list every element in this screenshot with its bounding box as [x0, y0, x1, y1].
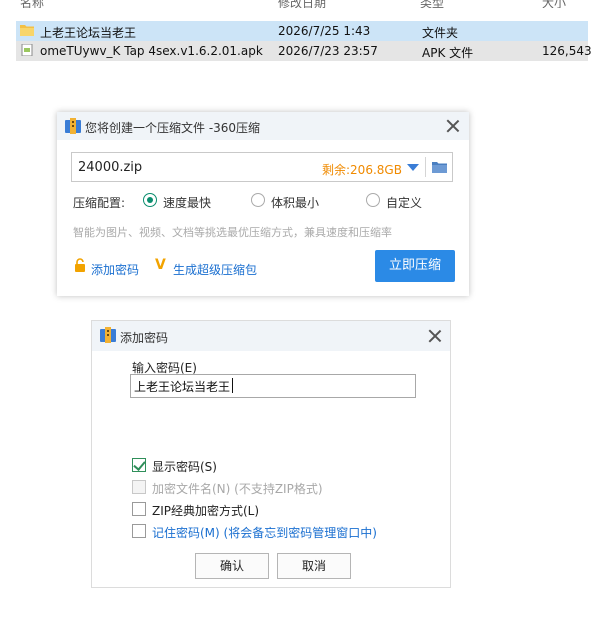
file-size: 126,543: [542, 44, 592, 58]
encrypt-filename-checkbox[interactable]: [132, 480, 146, 494]
radio-custom[interactable]: [366, 193, 380, 207]
compress-dialog: 您将创建一个压缩文件 -360压缩 24000.zip 剩余:206.8GB 压…: [57, 112, 469, 296]
archive-name[interactable]: 24000.zip: [78, 160, 142, 175]
zip-classic-encryption-label[interactable]: ZIP经典加密方式(L): [152, 502, 259, 519]
dialog-title: 您将创建一个压缩文件 -360压缩: [85, 121, 261, 135]
file-date: 2026/7/25 1:43: [278, 24, 371, 38]
text-caret: [232, 378, 233, 393]
remember-password-checkbox[interactable]: [132, 524, 146, 538]
super-package-link[interactable]: 生成超级压缩包: [173, 261, 257, 278]
file-explorer-list: 名称 修改日期 类型 大小 上老王论坛当老王 2026/7/25 1:43 文件…: [0, 0, 612, 64]
close-icon[interactable]: [446, 119, 460, 133]
lock-icon[interactable]: [73, 258, 87, 272]
file-row-folder[interactable]: 上老王论坛当老王 2026/7/25 1:43 文件夹: [16, 21, 588, 41]
show-password-label[interactable]: 显示密码(S): [152, 458, 217, 475]
radio-custom-label[interactable]: 自定义: [386, 194, 422, 211]
column-header-size[interactable]: 大小: [542, 0, 592, 8]
radio-fastest[interactable]: [143, 193, 157, 207]
show-password-checkbox[interactable]: [132, 458, 146, 472]
360-zip-app-icon: [65, 118, 81, 134]
add-password-link[interactable]: 添加密码: [91, 261, 139, 278]
compress-dialog-titlebar[interactable]: 您将创建一个压缩文件 -360压缩: [57, 112, 469, 140]
chevron-down-icon[interactable]: [407, 164, 419, 171]
file-name: 上老王论坛当老王: [40, 26, 137, 40]
password-dialog-titlebar[interactable]: 添加密码: [92, 321, 450, 351]
compress-now-button[interactable]: 立即压缩: [375, 250, 455, 282]
file-type: APK 文件: [422, 46, 474, 60]
radio-fastest-label[interactable]: 速度最快: [163, 194, 211, 211]
column-header-name[interactable]: 名称: [20, 0, 80, 8]
dialog-title: 添加密码: [120, 331, 169, 345]
file-type: 文件夹: [422, 26, 459, 40]
archive-path-field[interactable]: 24000.zip 剩余:206.8GB: [71, 152, 453, 182]
file-row-apk[interactable]: omeTUywv_K Tap 4sex.v1.6.2.01.apk 2026/7…: [16, 41, 592, 61]
encrypt-filename-label[interactable]: 加密文件名(N) (不支持ZIP格式): [152, 480, 323, 497]
folder-icon: [20, 25, 34, 36]
compress-hint: 智能为图片、视频、文档等挑选最优压缩方式，兼具速度和压缩率: [73, 226, 392, 239]
remember-password-label[interactable]: 记住密码(M) (将会备忘到密码管理窗口中): [152, 524, 377, 541]
apk-file-icon: [21, 44, 33, 56]
confirm-button[interactable]: 确认: [195, 553, 269, 579]
cancel-button[interactable]: 取消: [277, 553, 351, 579]
360-zip-app-icon: [100, 327, 116, 343]
file-name: omeTUywv_K Tap 4sex.v1.6.2.01.apk: [40, 44, 263, 58]
password-input[interactable]: [130, 374, 416, 398]
column-header-type[interactable]: 类型: [420, 0, 470, 8]
file-date: 2026/7/23 23:57: [278, 44, 378, 58]
browse-folder-icon[interactable]: [432, 160, 447, 174]
radio-smallest-label[interactable]: 体积最小: [271, 194, 319, 211]
zip-classic-encryption-checkbox[interactable]: [132, 502, 146, 516]
super-v-icon: V: [155, 257, 166, 273]
divider: [425, 157, 426, 177]
column-header-date[interactable]: 修改日期: [278, 0, 348, 8]
compress-config-label: 压缩配置:: [73, 196, 126, 210]
close-icon[interactable]: [428, 329, 442, 343]
remaining-space: 剩余:206.8GB: [322, 163, 402, 177]
radio-smallest[interactable]: [251, 193, 265, 207]
add-password-dialog: 添加密码 输入密码(E) 显示密码(S) 加密文件名(N) (不支持ZIP格式)…: [91, 320, 451, 588]
